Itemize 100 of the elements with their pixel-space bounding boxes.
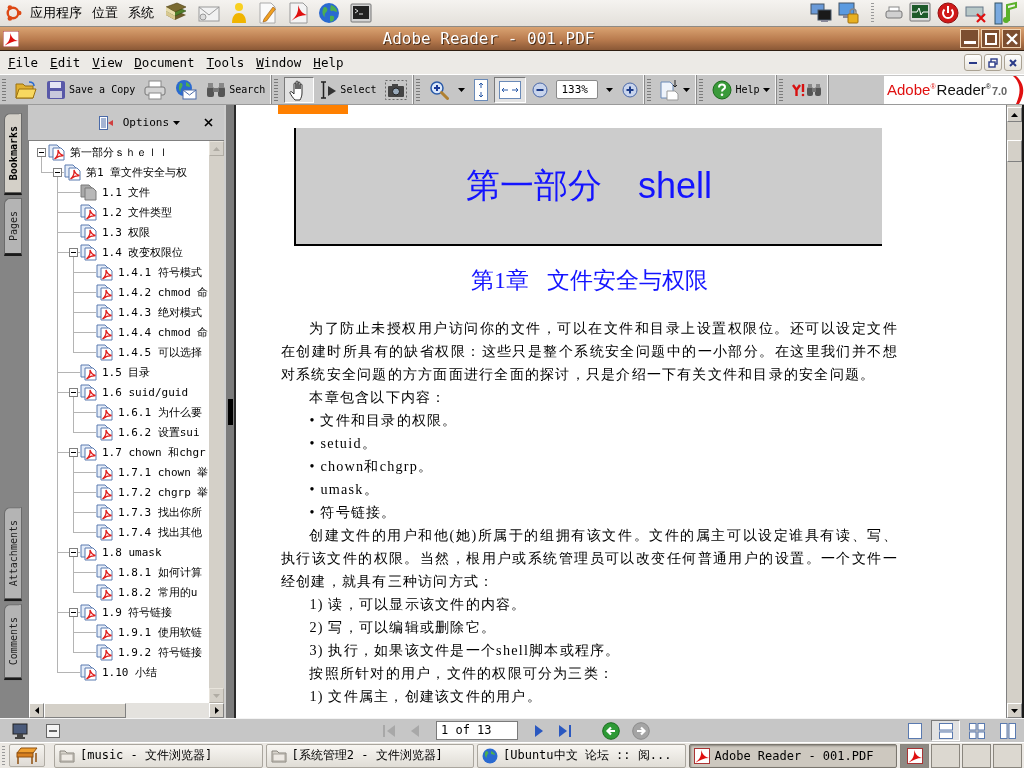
- globe-icon[interactable]: [318, 2, 340, 24]
- menu-item[interactable]: View: [86, 55, 129, 70]
- toolbar-grip[interactable]: [647, 78, 652, 101]
- workspace[interactable]: [962, 743, 991, 768]
- bookmark-item[interactable]: 第1 章文件安全与权: [86, 164, 188, 180]
- menu-item[interactable]: Help: [307, 55, 350, 70]
- toolbar-grip[interactable]: [416, 78, 421, 101]
- page-number-field[interactable]: 1 of 13: [436, 721, 518, 740]
- bookmark-item[interactable]: 1.1 文件: [102, 184, 151, 200]
- bookmark-item[interactable]: 1.4.2 chmod 命: [118, 284, 209, 300]
- scroll-thumb[interactable]: [1007, 140, 1022, 162]
- toolbar-grip[interactable]: [274, 78, 279, 101]
- bookmark-item[interactable]: 1.8.2 常用的u: [118, 584, 198, 600]
- bookmark-item[interactable]: 1.5 目录: [102, 364, 151, 380]
- bookmark-item[interactable]: 1.7.3 找出你所: [118, 504, 202, 520]
- workspace[interactable]: [993, 743, 1022, 768]
- bookmark-item[interactable]: 1.9.2 符号链接: [118, 644, 202, 660]
- collapse-toggle[interactable]: [69, 447, 78, 457]
- taskbar-button[interactable]: [Ubuntu中文 论坛 :: 阅...: [477, 743, 686, 768]
- bookmark-item[interactable]: 1.7.2 chgrp 举: [118, 484, 209, 500]
- panel-splitter[interactable]: [224, 105, 236, 718]
- toolbar-grip[interactable]: [2, 78, 6, 101]
- panel-tab[interactable]: Bookmarks: [4, 113, 22, 196]
- document-restore-button[interactable]: [984, 54, 1002, 71]
- collapse-toggle[interactable]: [69, 607, 78, 617]
- bookmark-item[interactable]: 1.4.5 可以选择: [118, 344, 202, 360]
- bookmark-item[interactable]: 1.2 文件类型: [102, 204, 173, 220]
- document-close-button[interactable]: [1004, 54, 1022, 71]
- select-tool-button[interactable]: Select: [317, 76, 380, 103]
- workspace[interactable]: [931, 743, 960, 768]
- music-volume-icon[interactable]: [993, 1, 1019, 25]
- panel-tab[interactable]: Attachments: [4, 506, 22, 601]
- bookmark-item[interactable]: 1.7.1 chown 举: [118, 464, 209, 480]
- collapse-toggle[interactable]: [69, 247, 78, 257]
- taskbar-button[interactable]: Adobe Reader - 001.PDF: [688, 743, 897, 768]
- notepad-pencil-icon[interactable]: [258, 2, 278, 24]
- bookmark-item[interactable]: 1.9.1 使用软链: [118, 624, 202, 640]
- panel-menu[interactable]: 系统: [123, 3, 159, 23]
- bookmark-item[interactable]: 1.7.4 找出其他: [118, 524, 202, 540]
- help-button[interactable]: Help: [709, 76, 773, 103]
- bookmark-item[interactable]: 1.6.1 为什么要: [118, 404, 202, 420]
- menu-item[interactable]: Document: [128, 55, 201, 70]
- maximize-button[interactable]: [981, 29, 1000, 48]
- panel-tab[interactable]: Pages: [4, 198, 22, 257]
- menu-item[interactable]: Window: [250, 55, 308, 70]
- bookmark-item[interactable]: 1.4.4 chmod 命: [118, 324, 209, 340]
- zoom-field[interactable]: 133%: [556, 80, 599, 99]
- bookmark-item[interactable]: 1.4.3 绝对模式: [118, 304, 202, 320]
- panel-tab[interactable]: Comments: [4, 603, 22, 680]
- bookmark-item[interactable]: 1.7 chown 和chgr: [102, 444, 206, 460]
- taskbar-button[interactable]: [系统管理2 - 文件浏览器]: [265, 743, 474, 768]
- save-copy-button[interactable]: Save a Copy: [43, 76, 139, 103]
- menu-item[interactable]: File: [2, 55, 45, 70]
- scroll-right-button[interactable]: [209, 703, 224, 718]
- vertical-scrollbar[interactable]: [1006, 105, 1024, 718]
- network-offline-icon[interactable]: [965, 3, 987, 23]
- bookmark-item[interactable]: 1.3 权限: [102, 224, 151, 240]
- hand-tool-button[interactable]: [284, 76, 315, 103]
- system-monitor-icon[interactable]: [909, 2, 931, 24]
- network-computers-icon[interactable]: [810, 3, 832, 23]
- mail-icon[interactable]: [198, 4, 220, 22]
- scroll-left-button[interactable]: [29, 703, 44, 718]
- horizontal-scrollbar[interactable]: [28, 703, 224, 718]
- panel-menu[interactable]: 位置: [87, 3, 123, 23]
- taskbar-button[interactable]: [music - 文件浏览器]: [54, 743, 263, 768]
- locked-computer-icon[interactable]: [838, 2, 860, 24]
- ring-logo-icon[interactable]: [4, 4, 22, 22]
- menu-item[interactable]: Edit: [44, 55, 87, 70]
- options-menu-button[interactable]: Options: [118, 116, 184, 129]
- power-icon[interactable]: [937, 2, 959, 24]
- scroll-thumb[interactable]: [44, 703, 126, 718]
- show-desktop-button[interactable]: [9, 744, 45, 767]
- bookmark-item[interactable]: 1.6.2 设置sui: [118, 424, 200, 440]
- workspace[interactable]: [900, 743, 929, 768]
- collapse-toggle[interactable]: [53, 167, 62, 177]
- toolbar-grip[interactable]: [778, 78, 783, 101]
- menu-item[interactable]: Tools: [200, 55, 251, 70]
- collapse-toggle[interactable]: [37, 147, 46, 157]
- printer-icon[interactable]: [885, 6, 903, 20]
- close-button[interactable]: [1002, 29, 1021, 48]
- continuous-button[interactable]: [931, 720, 960, 741]
- terminal-icon[interactable]: [350, 3, 372, 23]
- toolbar-grip[interactable]: [699, 78, 704, 101]
- bookmark-item[interactable]: 1.8 umask: [102, 545, 162, 559]
- document-minimize-button[interactable]: [964, 54, 982, 71]
- bookmark-item[interactable]: 1.8.1 如何计算: [118, 564, 202, 580]
- search-button[interactable]: Search: [203, 76, 269, 103]
- collapse-toggle[interactable]: [69, 547, 78, 557]
- bookmark-item[interactable]: 1.10 小结: [102, 664, 158, 680]
- bookmark-item[interactable]: 1.4.1 符号模式: [118, 264, 202, 280]
- fit-width-button[interactable]: [494, 76, 527, 103]
- collapse-toggle[interactable]: [69, 387, 78, 397]
- bookmark-item[interactable]: 1.9 符号链接: [102, 604, 173, 620]
- close-panel-button[interactable]: [202, 116, 215, 129]
- bookmark-item[interactable]: 1.6 suid/guid: [102, 385, 189, 399]
- minimize-button[interactable]: [960, 29, 979, 48]
- bookmark-item[interactable]: 第一部分ｓｈｅｌｌ: [70, 144, 169, 160]
- panel-menu[interactable]: 应用程序: [25, 3, 87, 23]
- pdf-page-icon[interactable]: [288, 2, 308, 24]
- bookmark-item[interactable]: 1.4 改变权限位: [102, 244, 184, 260]
